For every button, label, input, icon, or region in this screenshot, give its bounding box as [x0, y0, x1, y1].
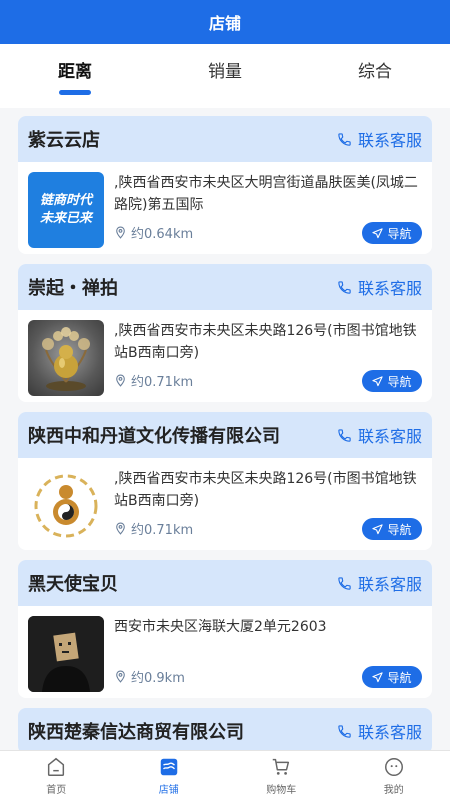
store-card-body: ,陕西省西安市未央区未央路126号(市图书馆地铁站B西南口旁) 约0.71km … [18, 458, 432, 550]
contact-service-button[interactable]: 联系客服 [337, 423, 422, 447]
store-card-body: 西安市未央区海联大厦2单元2603 约0.9km 导航 [18, 606, 432, 698]
bottom-nav-cart[interactable]: 购物车 [225, 751, 338, 800]
store-name: 紫云云店 [28, 130, 100, 151]
store-card-header: 紫云云店 联系客服 [18, 116, 432, 162]
navigation-arrow-icon [372, 671, 384, 682]
tab-label: 距离 [58, 62, 92, 82]
tab-label: 综合 [358, 62, 392, 82]
profile-icon [384, 757, 403, 776]
store-card[interactable]: 紫云云店 联系客服 链商时代 未来已来 ,陕西省西安市未央区大明宫街道晶肤医美(… [18, 116, 432, 254]
store-name: 崇起・禅拍 [28, 278, 118, 299]
store-card-header: 黑天使宝贝 联系客服 [18, 560, 432, 606]
bottom-nav-store[interactable]: 店铺 [113, 751, 226, 800]
store-thumbnail [28, 468, 104, 544]
navigate-button[interactable]: 导航 [362, 222, 422, 244]
contact-service-button[interactable]: 联系客服 [337, 275, 422, 299]
location-pin-icon [116, 670, 125, 683]
phone-icon [338, 576, 351, 590]
navigation-arrow-icon [372, 375, 384, 386]
contact-service-button[interactable]: 联系客服 [337, 571, 422, 595]
store-name: 黑天使宝贝 [28, 574, 118, 595]
taiji-gourd-logo [34, 474, 98, 538]
contact-service-button[interactable]: 联系客服 [337, 127, 422, 151]
store-distance: 约0.71km [114, 519, 193, 538]
store-card[interactable]: 崇起・禅拍 联系客服 ,陕西省西安市未央区未央路126号(市图书馆地铁站B西南口… [18, 264, 432, 402]
store-card[interactable]: 陕西楚秦信达商贸有限公司 联系客服 [18, 708, 432, 750]
store-card-header: 陕西楚秦信达商贸有限公司 联系客服 [18, 708, 432, 750]
box-head-figure-image [28, 616, 104, 692]
contact-label: 联系客服 [357, 575, 422, 594]
store-thumbnail [28, 616, 104, 692]
store-card[interactable]: 黑天使宝贝 联系客服 西安市未央区海联大厦2单元2603 约0.9km 导航 [18, 560, 432, 698]
store-address: ,陕西省西安市未央区未央路126号(市图书馆地铁站B西南口旁) [114, 471, 417, 509]
store-card-body: ,陕西省西安市未央区未央路126号(市图书馆地铁站B西南口旁) 约0.71km … [18, 310, 432, 402]
location-pin-icon [116, 522, 125, 535]
location-pin-icon [116, 226, 125, 239]
contact-label: 联系客服 [357, 279, 422, 298]
bottom-tab-bar: 首页 店铺 购物车 我的 [0, 750, 450, 800]
page-title: 店铺 [208, 14, 241, 33]
phone-icon [338, 724, 351, 738]
navigate-button[interactable]: 导航 [362, 370, 422, 392]
contact-label: 联系客服 [357, 427, 422, 446]
store-thumbnail [28, 320, 104, 396]
store-card-body: 链商时代 未来已来 ,陕西省西安市未央区大明宫街道晶肤医美(凤城二路院)第五国际… [18, 162, 432, 254]
contact-service-button[interactable]: 联系客服 [337, 719, 422, 743]
navigation-arrow-icon [372, 523, 384, 534]
home-icon [48, 757, 65, 776]
location-pin-icon [116, 374, 125, 387]
store-thumbnail: 链商时代 未来已来 [28, 172, 104, 248]
bottom-nav-home[interactable]: 首页 [0, 751, 113, 800]
bottom-nav-profile[interactable]: 我的 [338, 751, 450, 800]
store-address: 西安市未央区海联大厦2单元2603 [114, 619, 327, 635]
phone-icon [338, 428, 351, 442]
store-name: 陕西中和丹道文化传播有限公司 [28, 426, 280, 447]
page-header: 店铺 [0, 0, 450, 44]
store-distance: 约0.64km [114, 223, 193, 242]
cart-icon [273, 758, 290, 775]
tab-distance[interactable]: 距离 [0, 44, 150, 108]
navigate-button[interactable]: 导航 [362, 666, 422, 688]
tab-label: 销量 [208, 62, 242, 82]
store-name: 陕西楚秦信达商贸有限公司 [28, 722, 244, 743]
store-address: ,陕西省西安市未央区大明宫街道晶肤医美(凤城二路院)第五国际 [114, 175, 418, 213]
store-distance: 约0.9km [114, 667, 185, 686]
navigation-arrow-icon [372, 227, 384, 238]
contact-label: 联系客服 [357, 723, 422, 742]
active-tab-indicator [59, 90, 91, 95]
navigate-button[interactable]: 导航 [362, 518, 422, 540]
store-distance: 约0.71km [114, 371, 193, 390]
store-card-header: 陕西中和丹道文化传播有限公司 联系客服 [18, 412, 432, 458]
store-icon [160, 758, 177, 775]
store-address: ,陕西省西安市未央区未央路126号(市图书馆地铁站B西南口旁) [114, 323, 417, 361]
store-card-header: 崇起・禅拍 联系客服 [18, 264, 432, 310]
sort-tabs: 距离 销量 综合 [0, 44, 450, 108]
store-card[interactable]: 陕西中和丹道文化传播有限公司 联系客服 ,陕西省西安市未央区未央路126号(市图… [18, 412, 432, 550]
phone-icon [338, 132, 351, 146]
contact-label: 联系客服 [357, 131, 422, 150]
tab-overall[interactable]: 综合 [300, 44, 450, 108]
tab-sales[interactable]: 销量 [150, 44, 300, 108]
phone-icon [338, 280, 351, 294]
store-list[interactable]: 紫云云店 联系客服 链商时代 未来已来 ,陕西省西安市未央区大明宫街道晶肤医美(… [0, 108, 450, 750]
gourd-ornament-image [42, 327, 90, 391]
